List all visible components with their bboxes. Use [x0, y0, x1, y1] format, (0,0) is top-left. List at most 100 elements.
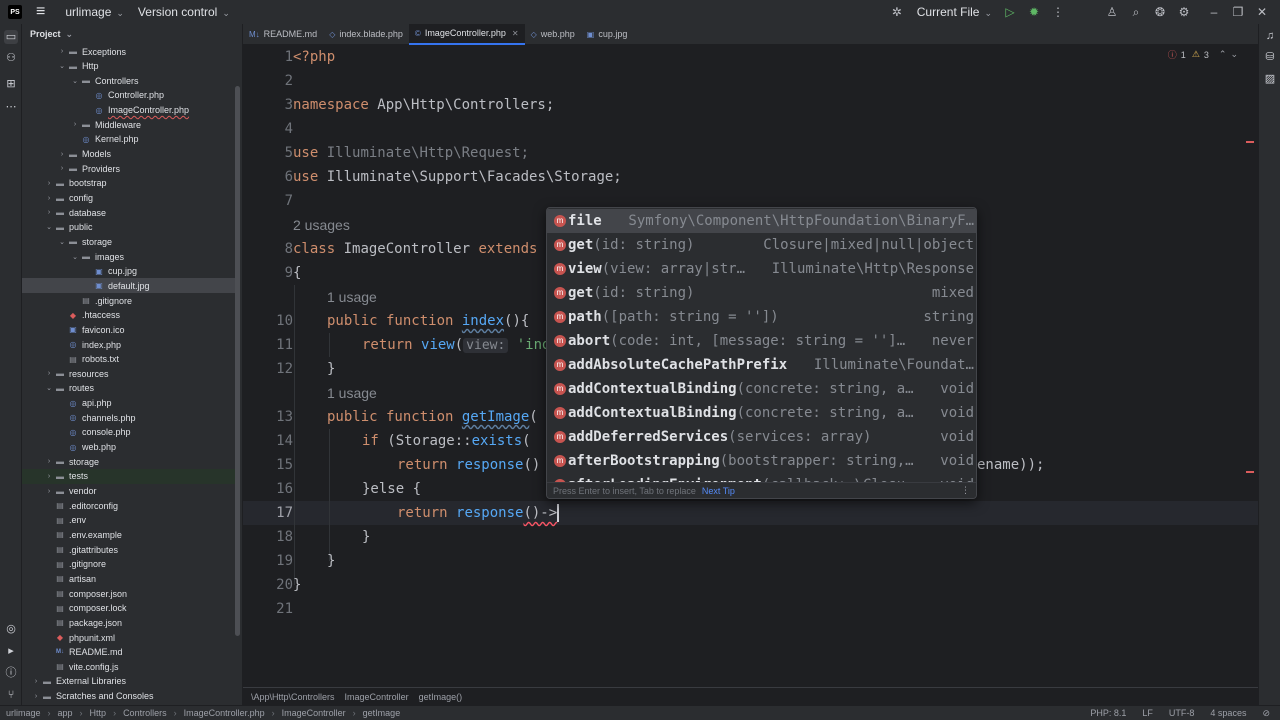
line-number[interactable]: 21 — [259, 597, 293, 621]
restore-window-icon[interactable]: ❐ — [1226, 5, 1250, 19]
services-tool-icon[interactable]: ◎ — [4, 622, 18, 636]
line-number[interactable]: 8 — [259, 237, 293, 261]
editor-tab[interactable]: ◇ web.php — [525, 24, 581, 45]
phpstorm-logo-icon[interactable]: PS — [8, 5, 22, 19]
completion-item[interactable]: m get (id: string) Closure|mixed|null|objec… — [547, 233, 976, 257]
completion-item[interactable]: m addContextualBinding (concrete: string, … — [547, 377, 976, 401]
tree-item[interactable]: ◎ index.php — [22, 337, 236, 352]
line-number[interactable]: 6 — [259, 165, 293, 189]
tree-item[interactable]: › ▬ vendor — [22, 484, 236, 499]
tree-item[interactable]: ▤ .gitignore — [22, 557, 236, 572]
tree-item[interactable]: › ▬ storage — [22, 454, 236, 469]
tree-item[interactable]: ▤ .gitignore — [22, 293, 236, 308]
tree-item[interactable]: ◎ Controller.php — [22, 88, 236, 103]
line-number[interactable]: 10 — [259, 309, 293, 333]
chevron-right-icon[interactable]: › — [44, 473, 54, 480]
usages-hint[interactable]: 1 usage — [327, 381, 377, 405]
line-number[interactable]: 16 — [259, 477, 293, 501]
chevron-right-icon[interactable]: › — [31, 678, 41, 685]
project-tree-scrollbar[interactable] — [235, 86, 240, 636]
chevron-up-icon[interactable]: ⌃ — [1219, 49, 1227, 60]
chevron-down-icon[interactable]: ⌄ — [57, 62, 67, 70]
tree-item[interactable]: › ▬ Scratches and Consoles — [22, 689, 236, 704]
line-number[interactable]: 2 — [259, 69, 293, 93]
tree-item[interactable]: ◎ ImageController.php — [22, 103, 236, 118]
account-icon[interactable]: ♙ — [1100, 5, 1124, 19]
breadcrumb-item[interactable]: getImage() — [419, 692, 463, 702]
tree-item[interactable]: ◎ Kernel.php — [22, 132, 236, 147]
chevron-down-icon[interactable]: ⌄ — [57, 238, 67, 246]
tree-item[interactable]: ▤ .env.example — [22, 527, 236, 542]
git-tool-icon[interactable]: ⑂ — [4, 688, 18, 702]
lock-icon[interactable]: ⊘ — [1262, 708, 1270, 719]
breadcrumb-item[interactable]: ImageController — [345, 692, 409, 702]
chevron-down-icon[interactable]: ⌄ — [44, 384, 54, 392]
chevron-down-icon[interactable]: ⌄ — [70, 253, 80, 261]
tree-item[interactable]: ▤ composer.lock — [22, 601, 236, 616]
completion-item[interactable]: m get (id: string) mixed — [547, 281, 976, 305]
tree-item[interactable]: ⌄ ▬ Controllers — [22, 73, 236, 88]
breadcrumb-item[interactable]: \App\Http\Controllers — [251, 692, 335, 702]
tree-item[interactable]: ⌄ ▬ routes — [22, 381, 236, 396]
run-icon[interactable]: ▷ — [998, 5, 1022, 19]
tree-item[interactable]: ▤ vite.config.js — [22, 659, 236, 674]
debug-bug-icon[interactable]: ✲ — [885, 5, 909, 19]
completion-item[interactable]: m path ([path: string = '']) string — [547, 305, 976, 329]
more-tools-icon[interactable]: ⋯ — [4, 100, 18, 114]
path-segment[interactable]: urlimage — [6, 708, 41, 718]
tree-item[interactable]: ▤ .gitattributes — [22, 542, 236, 557]
tree-item[interactable]: ◆ .htaccess — [22, 308, 236, 323]
structure-tool-icon[interactable]: ⚇ — [4, 51, 18, 65]
tree-item[interactable]: ⌄ ▬ Http — [22, 59, 236, 74]
indent-widget[interactable]: 4 spaces — [1210, 708, 1246, 718]
settings-gear-icon[interactable]: ⚙ — [1172, 5, 1196, 19]
chevron-right-icon[interactable]: › — [44, 488, 54, 495]
project-panel-header[interactable]: Project ⌄ — [22, 24, 242, 44]
tree-item[interactable]: ▤ .editorconfig — [22, 498, 236, 513]
tree-item[interactable]: ▤ artisan — [22, 571, 236, 586]
tree-item[interactable]: ⌄ ▬ images — [22, 249, 236, 264]
tree-item[interactable]: ⌄ ▬ public — [22, 220, 236, 235]
tree-item[interactable]: › ▬ Providers — [22, 161, 236, 176]
line-number-gutter[interactable]: 1 2 3 4 5 6 7 8 9 10 11 12 13 14 15 16 17 18 19 20 21 — [243, 45, 293, 685]
chevron-right-icon[interactable]: › — [44, 458, 54, 465]
close-window-icon[interactable]: ✕ — [1250, 5, 1274, 19]
main-menu-icon[interactable]: ≡ — [36, 3, 45, 21]
problems-tool-icon[interactable]: ⓘ — [4, 666, 18, 680]
line-number[interactable]: 9 — [259, 261, 293, 285]
path-segment[interactable]: Controllers — [123, 708, 167, 718]
tree-item[interactable]: ▤ composer.json — [22, 586, 236, 601]
chevron-right-icon[interactable]: › — [57, 151, 67, 158]
chevron-down-icon[interactable]: ⌄ — [1230, 49, 1238, 60]
chevron-down-icon[interactable]: ⌄ — [70, 77, 80, 85]
line-number[interactable]: 12 — [259, 357, 293, 381]
editor-tab[interactable]: ▣ cup.jpg — [581, 24, 634, 45]
tree-item[interactable]: ▤ .env — [22, 513, 236, 528]
line-number[interactable]: 1 — [259, 45, 293, 69]
tree-item[interactable]: ▣ cup.jpg — [22, 264, 236, 279]
chevron-right-icon[interactable]: › — [44, 180, 54, 187]
line-number[interactable]: 11 — [259, 333, 293, 357]
version-control-menu[interactable]: Version control ⌄ — [138, 5, 230, 19]
bookmarks-tool-icon[interactable]: ⊞ — [4, 77, 18, 91]
tree-item[interactable]: › ▬ config — [22, 191, 236, 206]
error-stripe-mark[interactable] — [1246, 141, 1254, 143]
chevron-right-icon[interactable]: › — [44, 209, 54, 216]
tree-item[interactable]: ◎ api.php — [22, 396, 236, 411]
tree-item[interactable]: ▣ favicon.ico — [22, 322, 236, 337]
next-tip-link[interactable]: Next Tip — [702, 486, 735, 496]
completion-item[interactable]: m addAbsoluteCachePathPrefix Illuminate\Fo… — [547, 353, 976, 377]
chevron-right-icon[interactable]: › — [31, 693, 41, 700]
tree-item[interactable]: › ▬ resources — [22, 366, 236, 381]
editor-tab[interactable]: M↓ README.md — [243, 24, 323, 45]
tree-item[interactable]: ▤ robots.txt — [22, 352, 236, 367]
tree-item[interactable]: M↓ README.md — [22, 645, 236, 660]
tree-item[interactable]: › ▬ Models — [22, 147, 236, 162]
line-number[interactable]: 4 — [259, 117, 293, 141]
path-segment[interactable]: ImageController — [282, 708, 346, 718]
ai-assistant-icon[interactable]: ▨ — [1263, 72, 1277, 85]
completion-item[interactable]: m view (view: array|str… Illuminate\Http\Re… — [547, 257, 976, 281]
tree-item[interactable]: ▣ default.jpg — [22, 278, 236, 294]
tree-item[interactable]: ◆ phpunit.xml — [22, 630, 236, 645]
php-version-widget[interactable]: PHP: 8.1 — [1090, 708, 1126, 718]
